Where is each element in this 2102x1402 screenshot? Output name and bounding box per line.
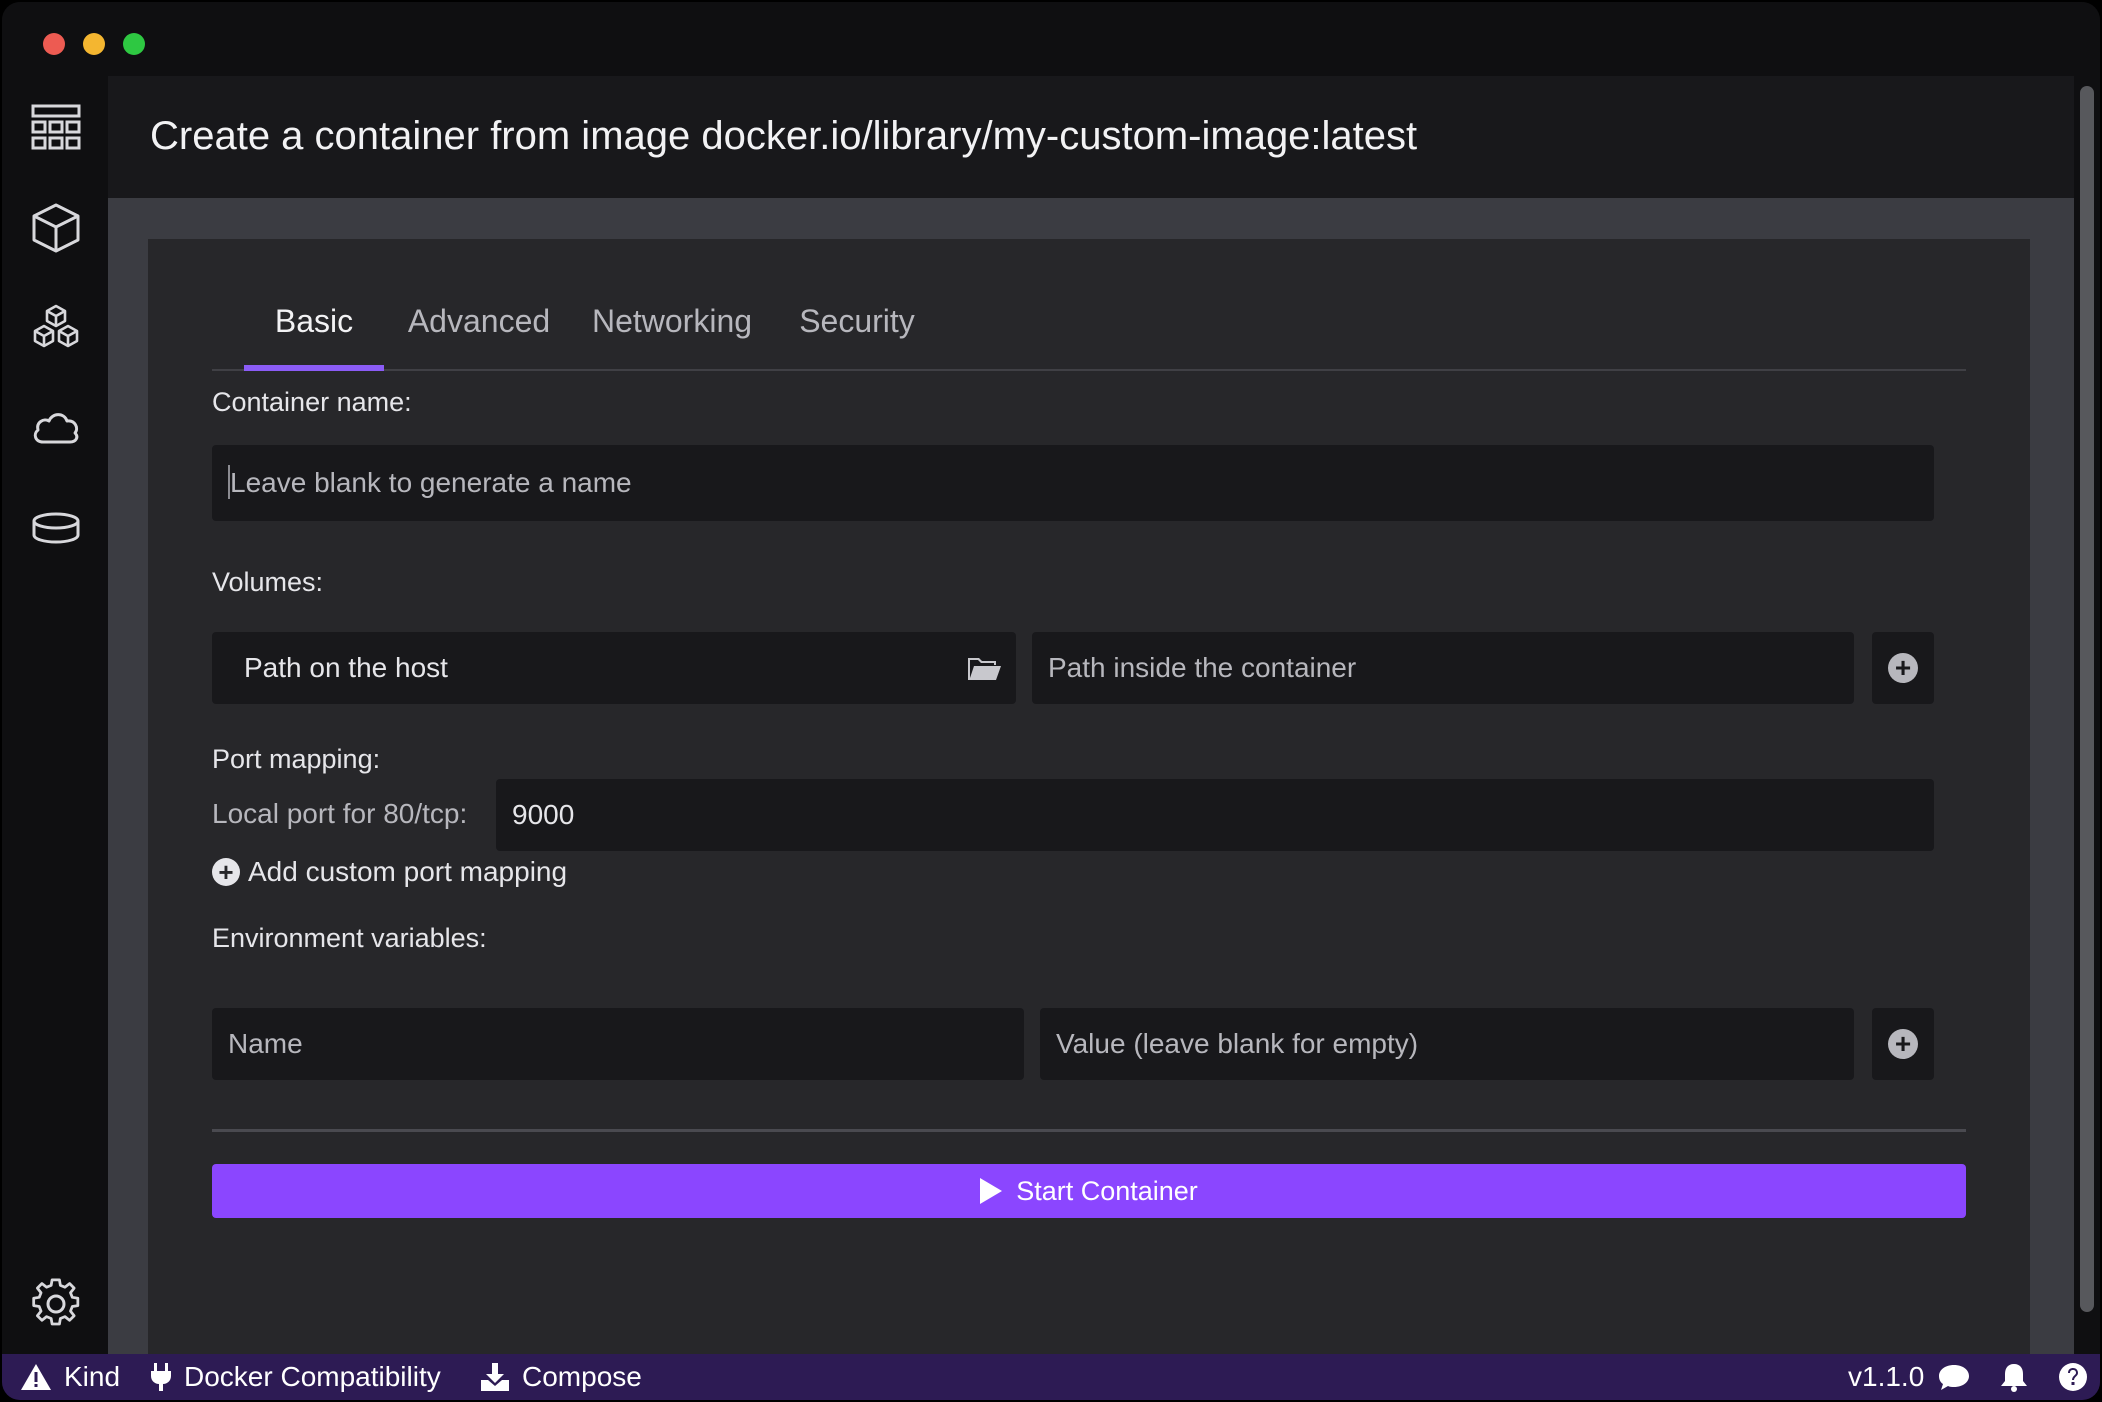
plus-circle-icon: + (1888, 1029, 1918, 1059)
title-bar (2, 2, 2100, 76)
volume-icon[interactable] (30, 502, 82, 554)
docker-compatibility-label: Docker Compatibility (184, 1361, 441, 1392)
container-name-placeholder: Leave blank to generate a name (230, 467, 632, 498)
pods-icon[interactable] (30, 302, 82, 354)
content-area: Basic Advanced Networking Security Conta… (108, 198, 2074, 1354)
container-path-input[interactable]: Path inside the container (1032, 632, 1854, 704)
container-path-placeholder: Path inside the container (1048, 652, 1357, 683)
plus-circle-icon: + (1888, 653, 1918, 683)
form-divider (212, 1129, 1966, 1132)
tab-security[interactable]: Security (782, 275, 932, 369)
host-path-placeholder: Path on the host (244, 652, 448, 683)
tab-advanced[interactable]: Advanced (398, 275, 560, 369)
close-window-button[interactable] (43, 33, 65, 55)
compose-label: Compose (522, 1361, 642, 1392)
port-mapping-label: Port mapping: (212, 744, 381, 774)
dashboard-icon[interactable] (30, 102, 82, 154)
gear-icon[interactable] (30, 1278, 82, 1330)
scroll-thumb[interactable] (2080, 86, 2094, 1312)
bell-icon[interactable] (2000, 1354, 2040, 1400)
start-container-label: Start Container (1016, 1175, 1198, 1206)
kind-label: Kind (64, 1361, 121, 1392)
compose-status[interactable]: Compose (480, 1354, 642, 1400)
version-label: v1.1.0 (1848, 1361, 1925, 1392)
local-port-input[interactable]: 9000 (496, 779, 1934, 851)
tab-bar: Basic Advanced Networking Security (212, 275, 1966, 371)
page-title: Create a container from image docker.io/… (150, 114, 1418, 158)
help-icon[interactable] (2058, 1354, 2100, 1400)
play-icon (980, 1178, 1003, 1204)
docker-compatibility-status[interactable]: Docker Compatibility (150, 1354, 441, 1400)
cloud-icon[interactable] (30, 402, 82, 454)
volumes-label: Volumes: (212, 567, 324, 597)
env-vars-label: Environment variables: (212, 923, 487, 953)
env-name-placeholder: Name (228, 1028, 303, 1059)
env-value-input[interactable]: Value (leave blank for empty) (1040, 1008, 1854, 1080)
add-custom-port-mapping-button[interactable]: + Add custom port mapping (212, 852, 567, 892)
scrollbar[interactable] (2074, 76, 2100, 1354)
start-container-button[interactable]: Start Container (212, 1164, 1966, 1218)
tab-basic[interactable]: Basic (244, 275, 384, 371)
sidebar (2, 76, 108, 1354)
app-window: Create a container from image docker.io/… (2, 2, 2100, 1400)
local-port-label: Local port for 80/tcp: (212, 798, 468, 829)
env-value-placeholder: Value (leave blank for empty) (1056, 1028, 1419, 1059)
kind-status[interactable]: Kind (20, 1354, 120, 1400)
page-header: Create a container from image docker.io/… (108, 76, 2074, 198)
folder-open-icon[interactable] (966, 652, 1002, 684)
env-name-input[interactable]: Name (212, 1008, 1024, 1080)
container-icon[interactable] (30, 202, 82, 254)
download-icon (481, 1363, 509, 1391)
minimize-window-button[interactable] (83, 33, 105, 55)
maximize-window-button[interactable] (123, 33, 145, 55)
add-volume-button[interactable]: + (1872, 632, 1934, 704)
status-bar: Kind Docker Compatibility Compose v1.1.0 (2, 1354, 2100, 1400)
text-caret (228, 465, 230, 499)
tab-networking[interactable]: Networking (580, 275, 764, 369)
local-port-value: 9000 (512, 799, 575, 830)
chat-icon[interactable] (1938, 1354, 1982, 1400)
warning-icon (21, 1364, 51, 1390)
add-custom-port-mapping-label: Add custom port mapping (248, 856, 568, 887)
add-env-var-button[interactable]: + (1872, 1008, 1934, 1080)
container-name-input[interactable]: Leave blank to generate a name (212, 445, 1934, 521)
host-path-input[interactable]: Path on the host (212, 632, 1016, 704)
create-container-form: Basic Advanced Networking Security Conta… (148, 239, 2030, 1354)
plug-icon (151, 1363, 171, 1391)
plus-circle-icon: + (212, 857, 240, 887)
container-name-label: Container name: (212, 387, 412, 417)
